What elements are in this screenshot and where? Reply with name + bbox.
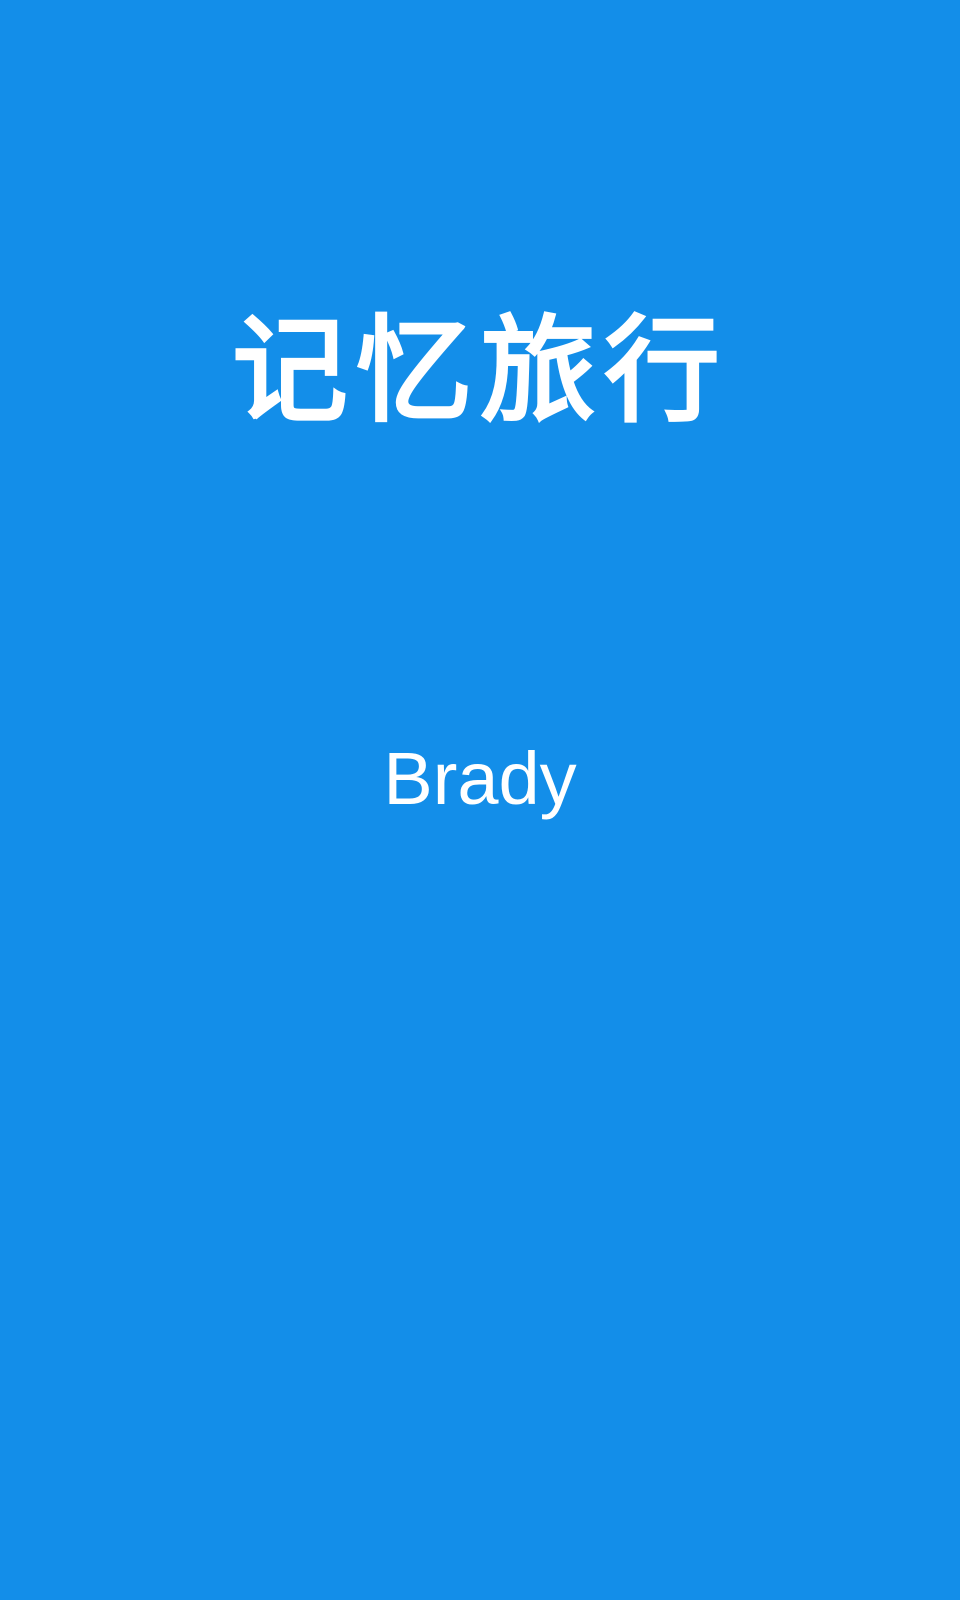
book-author: Brady xyxy=(383,737,577,820)
book-title: 记忆旅行 xyxy=(232,304,728,439)
book-cover: 记忆旅行 Brady xyxy=(0,0,960,1600)
